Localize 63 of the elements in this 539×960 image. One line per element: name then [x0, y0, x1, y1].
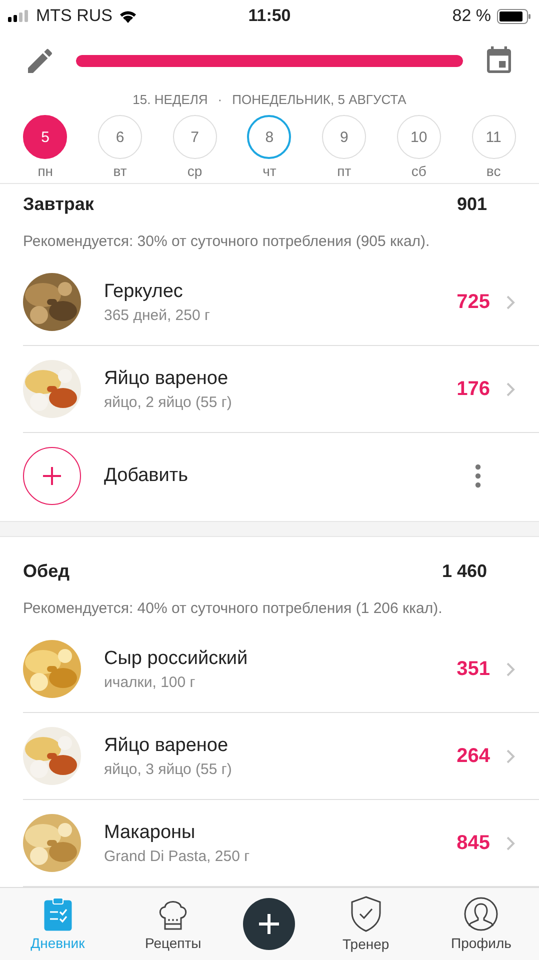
recommendation-text: Рекомендуется: 40% от суточного потребления (1 206 ккал). — [23, 599, 444, 619]
tab[interactable]: Профиль — [436, 893, 526, 955]
recommendation-text: Рекомендуется: 30% от суточного потребления (905 ккал). — [23, 232, 431, 252]
food-detail: ичалки, 100 г — [104, 674, 196, 690]
food-item[interactable]: Сыр российский ичалки, 100 г 351 — [23, 626, 539, 713]
day-button[interactable]: 10 — [396, 115, 441, 159]
weekday-label: чт — [262, 163, 276, 179]
calorie-value: 176 — [456, 378, 490, 400]
add-label[interactable]: Добавить — [104, 465, 475, 487]
day-button[interactable]: 8 — [247, 115, 292, 159]
food-item[interactable]: Геркулес 365 дней, 250 г 725 — [23, 259, 539, 346]
clipboard-icon — [44, 897, 72, 931]
weekday-label: сб — [411, 163, 426, 179]
meal-title: Обед — [23, 561, 70, 582]
day-button[interactable]: 5 — [23, 115, 68, 159]
day-button[interactable]: 11 — [472, 115, 516, 159]
day-button[interactable]: 6 — [98, 115, 142, 159]
food-item[interactable]: Яйцо вареное яйцо, 3 яйцо (55 г) 264 — [23, 713, 539, 800]
food-detail: Grand Di Pasta, 250 г — [104, 848, 251, 864]
calorie-value: 725 — [456, 290, 490, 314]
tab[interactable]: Рецепты — [128, 893, 218, 955]
weekday-label: вт — [113, 163, 127, 179]
food-name: Сыр российский — [104, 648, 249, 670]
chevron-icon — [506, 836, 515, 850]
calorie-value: 264 — [456, 744, 490, 768]
food-item[interactable]: Яйцо вареное яйцо, 2 яйцо (55 г) 176 — [23, 346, 539, 433]
meal-title: Завтрак — [23, 194, 94, 215]
food-name: Геркулес — [104, 280, 184, 302]
food-name: Яйцо вареное — [104, 734, 230, 756]
food-detail: яйцо, 3 яйцо (55 г) — [104, 760, 233, 778]
battery-percent: 82 % — [452, 6, 491, 26]
day-button[interactable]: 9 — [322, 115, 366, 159]
chevron-icon — [506, 748, 515, 764]
shield-check-icon — [350, 896, 382, 932]
calorie-value: 351 — [456, 658, 490, 680]
signal-icon — [8, 10, 30, 22]
meal-total: 901 — [456, 194, 487, 215]
weekday-label: ср — [187, 163, 202, 179]
weekday-label: пт — [337, 163, 352, 179]
tab[interactable]: Тренер — [320, 892, 411, 956]
battery-icon — [496, 8, 531, 24]
clock-time: 11:50 — [248, 6, 291, 26]
wifi-icon — [118, 10, 136, 22]
more-icon[interactable] — [475, 464, 481, 488]
week-label: 15. НЕДЕЛЯ — [132, 92, 208, 107]
date-label: ПОНЕДЕЛЬНИК, 5 АВГУСТА — [232, 92, 406, 107]
food-name: Яйцо вареное — [104, 368, 230, 390]
meal-total: 1 460 — [442, 561, 487, 582]
chevron-icon — [506, 294, 515, 310]
calorie-value: 845 — [456, 832, 490, 854]
food-name: Макароны — [104, 822, 196, 844]
carrier-name: MTS RUS — [36, 6, 112, 26]
plus-icon — [41, 465, 63, 487]
food-detail: яйцо, 2 яйцо (55 г) — [104, 394, 233, 410]
day-button[interactable]: 7 — [172, 115, 217, 159]
chevron-icon — [506, 662, 515, 676]
weekday-label: вс — [486, 163, 501, 179]
chevron-icon — [506, 382, 515, 396]
plus-icon — [257, 912, 282, 936]
separator-dot: · — [218, 92, 222, 107]
weekday-label: пн — [38, 163, 53, 179]
food-detail: 365 дней, 250 г — [104, 306, 211, 324]
user-icon — [464, 897, 498, 931]
